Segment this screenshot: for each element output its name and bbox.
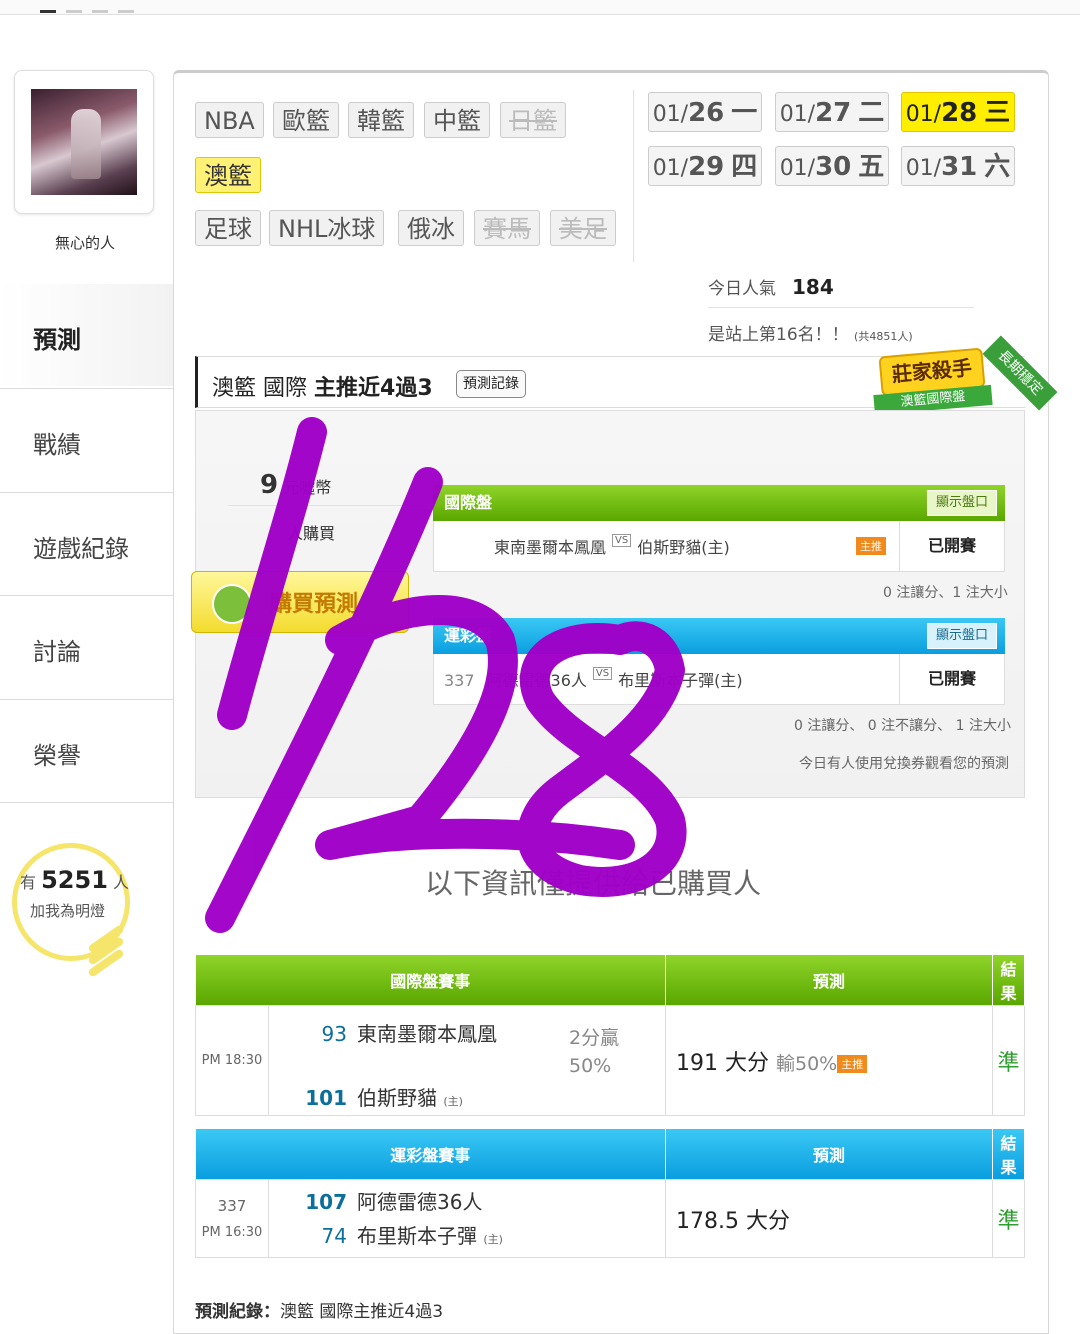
date-button-0131[interactable]: 01/31 六 (901, 146, 1015, 186)
spread-info: 2分贏 50% (569, 1027, 620, 1077)
buyers-count: 人購買 (287, 524, 336, 543)
league-tag-japan: 日籃 (500, 102, 566, 138)
divider (228, 505, 428, 506)
game-status: 已開賽 (899, 654, 1004, 704)
voucher-note: 今日有人使用兌換券觀看您的預測 (799, 756, 1009, 772)
sidebar-item-label: 遊戲紀錄 (33, 535, 129, 563)
vs-icon: VS (592, 667, 613, 680)
sidebar-item-label: 預測 (33, 326, 81, 354)
banker-killer-badge: 莊家殺手 澳籃國際盤 (870, 342, 1000, 418)
column-header: 結果 (992, 1129, 1025, 1180)
prediction-record-button[interactable]: 預測記錄 (456, 370, 526, 398)
sidebar-item-label: 討論 (33, 638, 81, 666)
main-pick-tag: 主推 (856, 537, 886, 555)
lightbulb-base-icon (86, 924, 126, 983)
username[interactable]: 無心的人 (0, 232, 170, 253)
show-odds-button[interactable]: 顯示盤口 (926, 623, 997, 649)
date-button-0130[interactable]: 01/30 五 (775, 146, 889, 186)
sidebar-item-label: 戰績 (33, 431, 81, 459)
intl-bets-note: 0 注讓分、1 注大小 (883, 585, 1008, 601)
column-header: 預測 (665, 1129, 993, 1180)
divider (0, 802, 175, 803)
result-cell: 準 (992, 1005, 1025, 1116)
lottery-market-row: 337 阿德雷德36人 VS 布里斯本子彈(主) 已開賽 (433, 654, 1005, 705)
match-cell: 107 阿德雷德36人 74 布里斯本子彈 (主) (268, 1179, 666, 1258)
table-row: 337 PM 16:30 107 阿德雷德36人 74 布里斯本子彈 (主) 178.… (195, 1179, 1025, 1258)
buyers-only-notice: 以下資訊僅提供給已購買人 (425, 867, 762, 900)
match-cell: 93 東南墨爾本鳳凰 101 伯斯野貓 (主) 2分贏 50% (268, 1005, 666, 1116)
date-button-0129[interactable]: 01/29 四 (648, 146, 762, 186)
prediction-record-footer: 預測紀錄：澳籃 國際主推近4過3 (195, 1302, 444, 1322)
intl-market-header: 國際盤 顯示盤口 (433, 485, 1005, 521)
league-tag-nba[interactable]: NBA (195, 102, 264, 138)
page-indicator-dot (40, 10, 56, 13)
prediction-cell: 191 大分 輸50% 主推 (665, 1005, 993, 1116)
coin-icon (212, 584, 252, 624)
date-button-0126[interactable]: 01/26 一 (648, 92, 762, 132)
follow-label[interactable]: 加我為明燈 (30, 900, 105, 921)
lottery-results-table: 運彩盤賽事 預測 結果 337 PM 16:30 107 阿德雷德36人 74 布里斯… (195, 1129, 1025, 1258)
vs-icon: VS (612, 534, 632, 547)
sidebar-item-predict[interactable]: 預測 (0, 284, 174, 386)
follower-count: 有 5251 人 (20, 866, 130, 894)
date-button-0127[interactable]: 01/27 二 (775, 92, 889, 132)
league-tag-china[interactable]: 中籃 (424, 102, 490, 138)
league-tag-american-football: 美足 (550, 210, 616, 246)
game-time: PM 18:30 (195, 1005, 269, 1116)
intl-results-table: 國際盤賽事 預測 結果 PM 18:30 93 東南墨爾本鳳凰 101 伯斯野貓 (… (195, 955, 1025, 1116)
divider (708, 307, 974, 308)
divider (633, 90, 634, 262)
result-cell: 準 (992, 1179, 1025, 1258)
lottery-market-header: 運彩盤 顯示盤口 (433, 618, 1005, 654)
top-bar (0, 0, 1080, 15)
avatar-image (31, 89, 137, 195)
main-pick-tag: 主推 (837, 1054, 868, 1073)
league-tag-nhl[interactable]: NHL冰球 (269, 210, 385, 246)
show-odds-button[interactable]: 顯示盤口 (926, 490, 997, 516)
league-tag-australia[interactable]: 澳籃 (195, 157, 261, 193)
prediction-cell: 178.5 大分 (665, 1179, 993, 1258)
sidebar-item-record[interactable]: 戰績 (0, 389, 174, 491)
popularity: 今日人氣 184 (708, 275, 834, 299)
lottery-bets-note: 0 注讓分、 0 注不讓分、 1 注大小 (794, 718, 1011, 734)
game-time: 337 PM 16:30 (195, 1179, 269, 1258)
table-row: PM 18:30 93 東南墨爾本鳳凰 101 伯斯野貓 (主) 2分贏 50% 19… (195, 1005, 1025, 1116)
league-tag-soccer[interactable]: 足球 (195, 210, 261, 246)
sidebar-item-label: 榮譽 (33, 742, 81, 770)
page-indicator-dot (92, 10, 108, 13)
column-header: 國際盤賽事 (195, 955, 666, 1006)
sidebar-item-game-log[interactable]: 遊戲紀錄 (0, 493, 174, 595)
intl-market-box: 國際盤 顯示盤口 東南墨爾本鳳凰 VS 伯斯野貓(主) 主推 已開賽 (433, 485, 1005, 572)
column-header: 運彩盤賽事 (195, 1129, 666, 1180)
sidebar-item-discussion[interactable]: 討論 (0, 596, 174, 698)
column-header: 預測 (665, 955, 993, 1006)
avatar[interactable] (14, 70, 154, 214)
date-button-0128[interactable]: 01/28 三 (901, 92, 1015, 132)
prediction-title: 澳籃 國際 主推近4過3 (212, 376, 433, 401)
sidebar-item-honor[interactable]: 榮譽 (0, 700, 174, 802)
game-status: 已開賽 (899, 521, 1004, 571)
page-indicator-dot (118, 10, 134, 13)
league-tag-korea[interactable]: 韓籃 (348, 102, 414, 138)
page-indicator-dot (66, 10, 82, 13)
league-tag-horse-racing: 賽馬 (474, 210, 540, 246)
column-header: 結果 (992, 955, 1025, 1006)
coin-price: 9 元噓幣 (260, 470, 332, 500)
league-tag-russia-hockey[interactable]: 俄冰 (398, 210, 464, 246)
lottery-market-box: 運彩盤 顯示盤口 337 阿德雷德36人 VS 布里斯本子彈(主) 已開賽 (433, 618, 1005, 705)
league-tag-euro[interactable]: 歐籃 (273, 102, 339, 138)
buy-prediction-button[interactable]: 購買預測 (191, 571, 409, 633)
intl-market-row: 東南墨爾本鳳凰 VS 伯斯野貓(主) 主推 已開賽 (433, 521, 1005, 572)
